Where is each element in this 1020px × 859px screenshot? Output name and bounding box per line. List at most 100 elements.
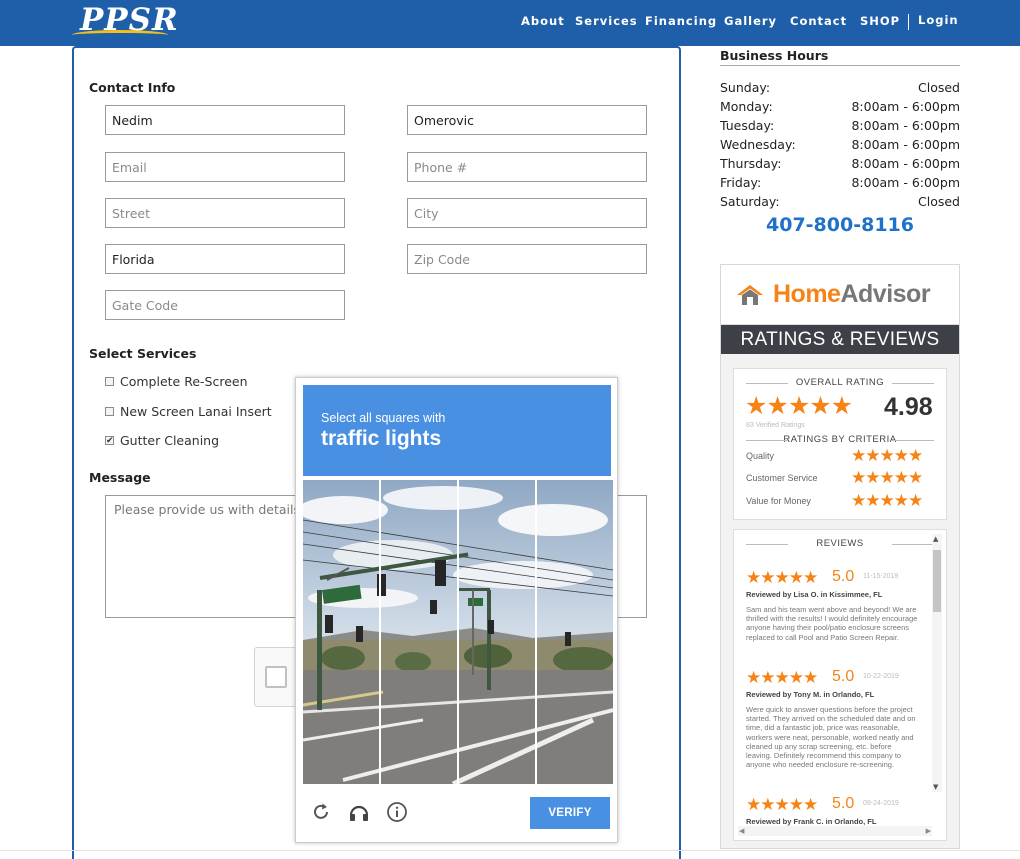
business-hours-title: Business Hours [720, 48, 960, 66]
scroll-up-arrow-icon[interactable]: ▲ [933, 535, 938, 543]
grid-divider [535, 480, 537, 784]
review-date: 09-24-2019 [863, 800, 899, 807]
time: Closed [918, 194, 960, 209]
service-new-screen-insert[interactable]: New Screen Lanai Insert [105, 403, 272, 419]
hours-row: Friday: 8:00am - 6:00pm [720, 175, 960, 193]
time: 8:00am - 6:00pm [851, 137, 960, 152]
review-text: Sam and his team went above and beyond! … [746, 605, 918, 642]
captcha-tile[interactable] [303, 480, 379, 784]
nav-about[interactable]: About [521, 14, 565, 28]
ratings-reviews-banner: RATINGS & REVIEWS [721, 325, 959, 354]
reviews-horizontal-scrollbar[interactable]: ◀ ▶ [738, 826, 932, 836]
checkbox-checked[interactable]: ✔ [105, 435, 114, 445]
review-text: Were quick to answer questions before th… [746, 705, 916, 770]
day: Thursday: [720, 156, 782, 171]
city-field[interactable] [407, 198, 647, 228]
reviews-card[interactable]: REVIEWS ★★★★★ 5.0 11-15-2019 Reviewed by… [733, 529, 947, 841]
review-stars: ★★★★★ [746, 668, 818, 687]
review-score: 5.0 [832, 795, 855, 812]
last-name-field[interactable] [407, 105, 647, 135]
day: Friday: [720, 175, 762, 190]
review-item: ★★★★★ 5.0 11-15-2019 Reviewed by Lisa O.… [746, 568, 918, 666]
checkbox[interactable] [105, 406, 114, 416]
nav-login[interactable]: Login [918, 13, 959, 27]
logo-home: Home [773, 280, 841, 308]
captcha-tile[interactable] [537, 480, 613, 784]
captcha-tile[interactable] [459, 480, 535, 784]
captcha-image-grid [303, 480, 613, 784]
service-complete-rescreen[interactable]: Complete Re-Screen [105, 373, 248, 389]
reload-icon[interactable] [310, 801, 332, 823]
gate-code-field[interactable] [105, 290, 345, 320]
captcha-target: traffic lights [321, 427, 442, 450]
top-navigation-bar: PPSR About Services Financing Gallery Co… [0, 0, 1020, 46]
overall-rating-card: OVERALL RATING ★★★★★ 4.98 83 Verified Ra… [733, 368, 947, 520]
review-date: 11-15-2019 [863, 573, 899, 580]
review-score: 5.0 [832, 668, 855, 685]
criteria-customer-service: Customer Service [746, 473, 818, 483]
email-field[interactable] [105, 152, 345, 182]
hours-row: Monday: 8:00am - 6:00pm [720, 99, 960, 117]
select-services-title: Select Services [89, 346, 197, 361]
hours-row: Wednesday: 8:00am - 6:00pm [720, 137, 960, 155]
day: Wednesday: [720, 137, 796, 152]
scroll-right-arrow-icon[interactable]: ▶ [926, 827, 931, 835]
review-author: Reviewed by Frank C. in Orlando, FL [746, 817, 877, 826]
overall-stars: ★★★★★ [745, 391, 853, 420]
phone-number-link[interactable]: 407-800-8116 [720, 214, 960, 236]
quality-stars: ★★★★★ [851, 446, 923, 466]
logo-swoosh [72, 30, 168, 40]
audio-icon[interactable] [348, 801, 370, 823]
phone-field[interactable] [407, 152, 647, 182]
recaptcha-challenge-dialog: Select all squares with traffic lights V… [295, 377, 618, 843]
first-name-field[interactable] [105, 105, 345, 135]
state-field[interactable] [105, 244, 345, 274]
verify-button[interactable]: VERIFY [530, 797, 610, 829]
checkbox[interactable] [105, 376, 114, 386]
recaptcha-checkbox[interactable] [265, 666, 287, 688]
hours-row: Tuesday: 8:00am - 6:00pm [720, 118, 960, 136]
review-item: ★★★★★ 5.0 10-22-2019 Reviewed by Tony M.… [746, 668, 918, 790]
review-score: 5.0 [832, 568, 855, 585]
message-title: Message [89, 470, 151, 485]
nav-financing[interactable]: Financing [645, 14, 717, 28]
scroll-down-arrow-icon[interactable]: ▼ [933, 783, 938, 791]
contact-info-title: Contact Info [89, 80, 176, 95]
review-stars: ★★★★★ [746, 568, 818, 587]
scrollbar-thumb[interactable] [933, 550, 941, 612]
service-label: Gutter Cleaning [120, 432, 220, 448]
overall-rating-value: 4.98 [884, 393, 933, 421]
criteria-value-for-money: Value for Money [746, 496, 811, 506]
nav-contact[interactable]: Contact [790, 14, 847, 28]
criteria-title: RATINGS BY CRITERIA [734, 434, 946, 445]
day: Tuesday: [720, 118, 775, 133]
scroll-left-arrow-icon[interactable]: ◀ [739, 827, 744, 835]
hours-row: Thursday: 8:00am - 6:00pm [720, 156, 960, 174]
captcha-instruction-header: Select all squares with traffic lights [303, 385, 611, 476]
day: Sunday: [720, 80, 771, 95]
zip-code-field[interactable] [407, 244, 647, 274]
hours-row: Saturday: Closed [720, 194, 960, 212]
criteria-quality: Quality [746, 451, 775, 461]
homeadvisor-logo[interactable]: HomeAdvisor [721, 265, 959, 325]
overall-rating-title: OVERALL RATING [734, 377, 946, 388]
reviews-title: REVIEWS [734, 538, 946, 549]
review-stars: ★★★★★ [746, 795, 818, 814]
value-stars: ★★★★★ [851, 491, 923, 511]
service-gutter-cleaning[interactable]: ✔ Gutter Cleaning [105, 432, 219, 448]
captcha-tile[interactable] [381, 480, 457, 784]
info-icon[interactable] [386, 801, 408, 823]
review-author: Reviewed by Tony M. in Orlando, FL [746, 690, 875, 699]
reviews-scrollbar[interactable]: ▲ ▼ [932, 534, 942, 792]
nav-shop[interactable]: SHOP [860, 14, 900, 28]
logo-advisor: Advisor [840, 280, 931, 308]
homeadvisor-wordmark: HomeAdvisor [773, 280, 931, 309]
nav-gallery[interactable]: Gallery [724, 14, 777, 28]
nav-services[interactable]: Services [575, 14, 638, 28]
page-bottom-divider [0, 850, 1020, 851]
street-field[interactable] [105, 198, 345, 228]
time: 8:00am - 6:00pm [851, 156, 960, 171]
nav-divider [908, 14, 909, 30]
homeadvisor-widget: HomeAdvisor RATINGS & REVIEWS OVERALL RA… [720, 264, 960, 849]
house-icon [737, 285, 763, 305]
